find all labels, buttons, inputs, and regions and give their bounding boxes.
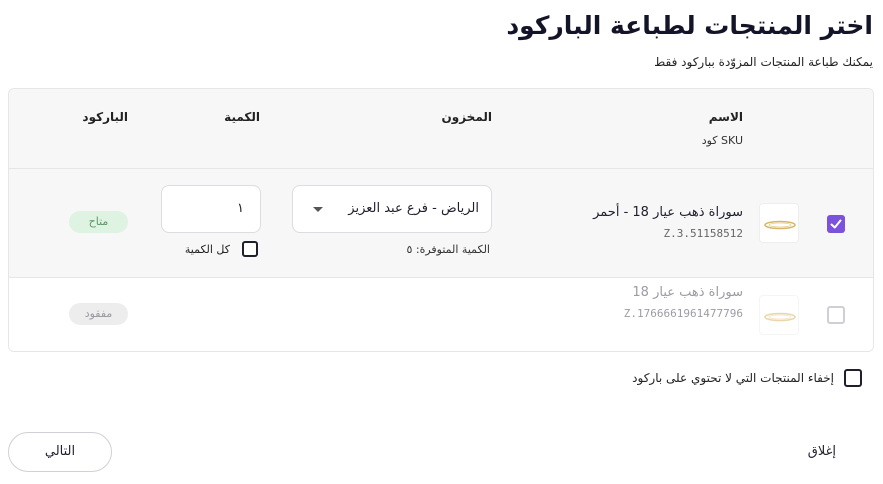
product-sku: Z.1766661961477796: [623, 307, 743, 320]
check-icon: [830, 219, 842, 229]
hide-no-barcode-label: إخفاء المنتجات التي لا تحتوي على باركود: [632, 371, 834, 385]
products-table: الاسم كود SKU المخزون الكمية الباركود سو…: [8, 88, 874, 352]
row-select-checkbox[interactable]: [827, 306, 845, 324]
available-quantity: الكمية المتوفرة: ٥: [406, 243, 490, 256]
product-thumbnail: [759, 295, 799, 335]
table-row: سوراة ذهب عيار 18 - أحمر Z.3.51158512 ال…: [9, 169, 873, 278]
product-thumbnail: [759, 203, 799, 243]
row-select-checkbox[interactable]: [827, 215, 845, 233]
warehouse-select-value: الرياض - فرع عبد العزيز: [348, 201, 479, 216]
column-header-barcode: الباركود: [82, 110, 128, 124]
page-title: اختر المنتجات لطباعة الباركود: [506, 11, 873, 40]
column-header-quantity: الكمية: [224, 110, 260, 124]
status-badge: مفقود: [69, 303, 128, 325]
warehouse-select[interactable]: الرياض - فرع عبد العزيز: [292, 185, 492, 233]
quantity-input[interactable]: ١: [161, 185, 261, 233]
bracelet-icon: [764, 312, 796, 322]
table-header: الاسم كود SKU المخزون الكمية الباركود: [9, 89, 873, 169]
caret-down-icon: [313, 207, 323, 212]
quantity-value: ١: [237, 201, 244, 216]
product-name: سوراة ذهب عيار 18 - أحمر: [593, 205, 743, 220]
table-row: سوراة ذهب عيار 18 Z.1766661961477796 مفق…: [9, 278, 873, 351]
page-subtitle: يمكنك طباعة المنتجات المزوّدة بباركود فق…: [654, 55, 873, 69]
next-button-label: التالي: [44, 444, 76, 459]
column-header-warehouse: المخزون: [441, 110, 492, 124]
all-quantity-label: كل الكمية: [184, 243, 230, 256]
next-button[interactable]: التالي: [8, 432, 112, 472]
all-quantity-checkbox[interactable]: [242, 241, 258, 257]
close-button[interactable]: إغلاق: [808, 444, 836, 459]
status-badge: متاح: [69, 211, 128, 233]
product-name: سوراة ذهب عيار 18: [632, 285, 743, 300]
product-sku: Z.3.51158512: [663, 227, 743, 240]
hide-no-barcode-checkbox[interactable]: [844, 369, 862, 387]
column-header-sku: كود SKU: [701, 134, 743, 147]
bracelet-icon: [764, 220, 796, 230]
column-header-name: الاسم: [708, 110, 743, 124]
